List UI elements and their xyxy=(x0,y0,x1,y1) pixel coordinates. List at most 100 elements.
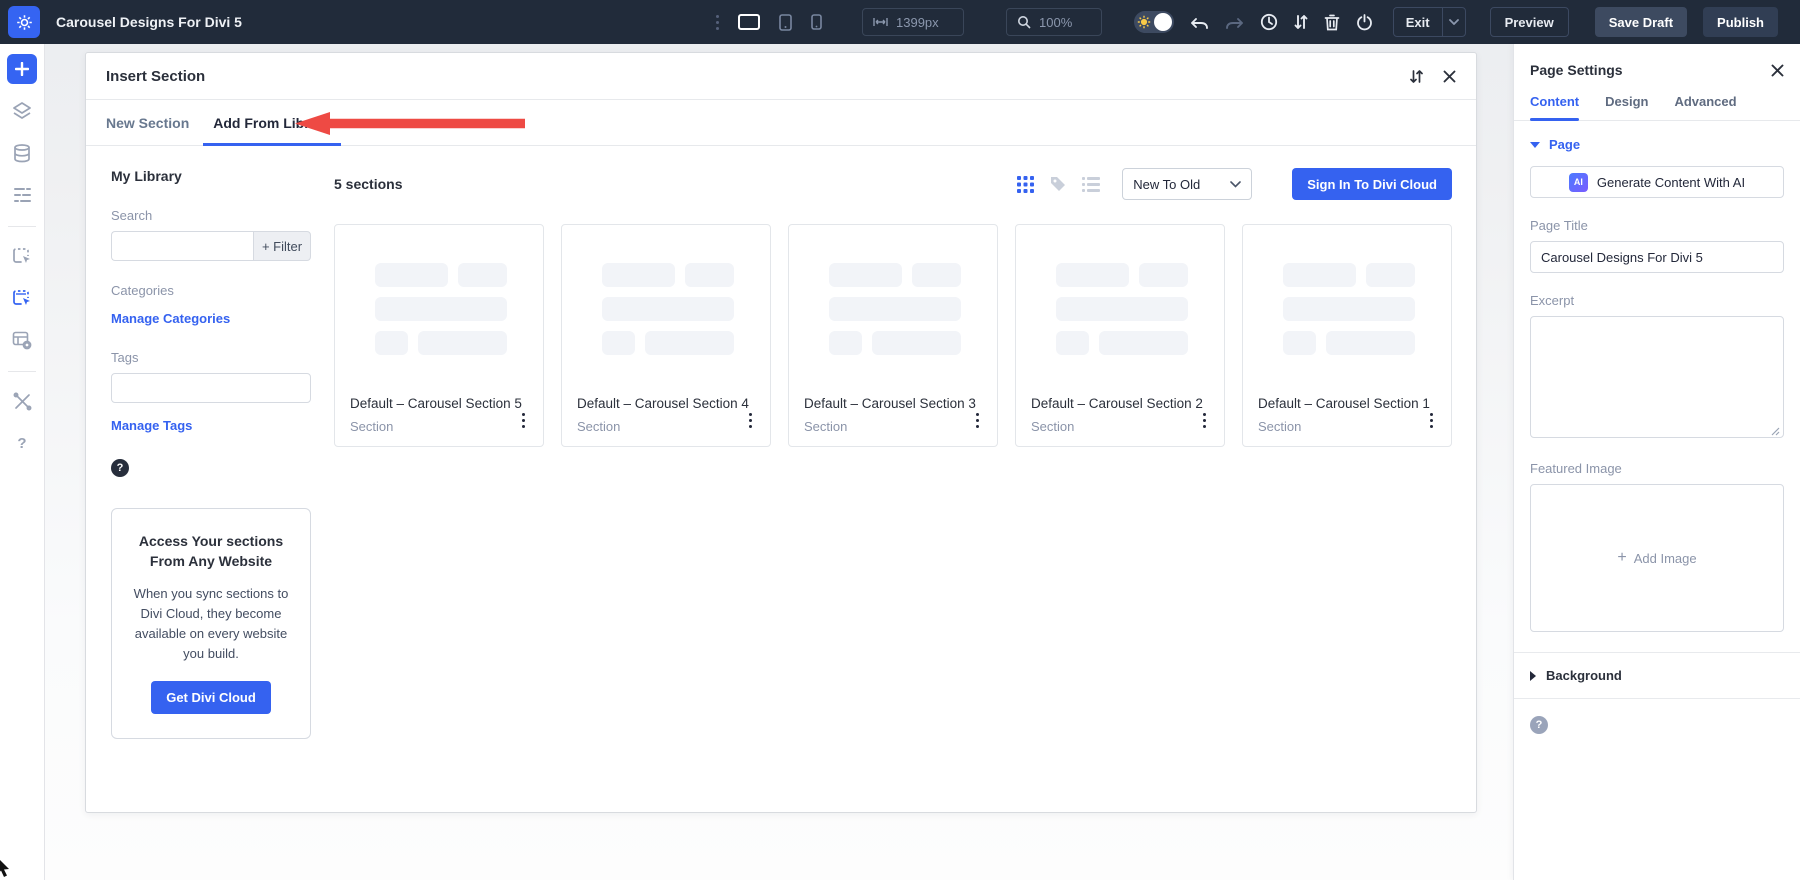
get-divi-cloud-button[interactable]: Get Divi Cloud xyxy=(151,681,271,715)
tablet-view-button[interactable] xyxy=(779,13,792,31)
more-options-icon[interactable] xyxy=(716,14,719,30)
database-button[interactable] xyxy=(7,138,37,168)
modal-sort-icon[interactable] xyxy=(1410,69,1423,84)
wireframe-icon xyxy=(13,187,31,203)
insert-section-button[interactable] xyxy=(7,241,37,271)
modal-close-icon[interactable] xyxy=(1443,70,1456,83)
layers-button[interactable] xyxy=(7,96,37,126)
card-menu-icon[interactable] xyxy=(972,409,983,432)
section-card-grid: Default – Carousel Section 5 Section Def… xyxy=(334,224,1452,447)
card-menu-icon[interactable] xyxy=(745,409,756,432)
undo-icon xyxy=(1190,16,1209,29)
page-group-toggle[interactable]: Page xyxy=(1530,137,1784,152)
card-thumbnail xyxy=(1243,225,1451,355)
search-input[interactable] xyxy=(111,231,253,261)
mouse-cursor-icon xyxy=(0,858,13,878)
history-button[interactable] xyxy=(1260,13,1278,31)
modal-tab-bar: New Section Add From Library xyxy=(86,100,1476,146)
zoom-field[interactable]: 100% xyxy=(1006,8,1102,36)
section-card[interactable]: Default – Carousel Section 1 Section xyxy=(1242,224,1452,447)
manage-categories-link[interactable]: Manage Categories xyxy=(111,311,311,326)
rail-divider xyxy=(8,371,36,372)
trash-icon xyxy=(1324,14,1340,31)
tags-input[interactable] xyxy=(111,373,311,403)
list-view-icon[interactable] xyxy=(1082,176,1101,192)
promo-heading-line1: Access Your sections xyxy=(138,533,284,549)
wireframe-button[interactable] xyxy=(7,180,37,210)
tag-view-icon[interactable] xyxy=(1049,175,1067,193)
modules-button[interactable] xyxy=(7,325,37,355)
card-menu-icon[interactable] xyxy=(1426,409,1437,432)
insert-section-icon xyxy=(12,246,32,266)
help-button[interactable]: ? xyxy=(7,428,37,458)
settings-close-icon[interactable] xyxy=(1771,64,1784,77)
save-draft-button[interactable]: Save Draft xyxy=(1594,7,1688,37)
portability-sort-button[interactable] xyxy=(1294,14,1308,30)
card-type: Section xyxy=(1258,419,1302,434)
sort-select[interactable]: New To Old xyxy=(1122,168,1253,200)
exit-button[interactable]: Exit xyxy=(1392,7,1466,37)
tab-advanced[interactable]: Advanced xyxy=(1674,94,1736,120)
plus-icon: + xyxy=(1617,549,1627,566)
theme-toggle[interactable] xyxy=(1133,11,1174,33)
viewport-width-field[interactable]: 1399px xyxy=(862,8,964,36)
trash-button[interactable] xyxy=(1324,14,1340,31)
card-menu-icon[interactable] xyxy=(518,409,529,432)
card-type: Section xyxy=(804,419,848,434)
excerpt-textarea[interactable] xyxy=(1530,316,1784,438)
redo-button[interactable] xyxy=(1225,16,1244,29)
background-label: Background xyxy=(1546,668,1622,683)
library-filter-panel: My Library Search + Filter Categories Ma… xyxy=(111,168,311,740)
sun-icon xyxy=(1137,15,1151,29)
insert-from-library-button[interactable] xyxy=(7,283,37,313)
ai-badge-icon: AI xyxy=(1568,172,1588,192)
page-title-input[interactable] xyxy=(1530,241,1784,273)
add-image-dropzone[interactable]: + Add Image xyxy=(1530,484,1784,632)
up-down-arrows-icon xyxy=(1294,14,1308,30)
builder-settings-button[interactable] xyxy=(8,6,40,38)
desktop-view-button[interactable] xyxy=(738,14,760,30)
modal-title: Insert Section xyxy=(106,67,206,85)
section-card[interactable]: Default – Carousel Section 4 Section xyxy=(561,224,771,447)
exit-dropdown-button[interactable] xyxy=(1443,19,1465,25)
background-group-toggle[interactable]: Background xyxy=(1530,653,1784,698)
results-toolbar: 5 sections New To Old Sign In To Divi Cl… xyxy=(334,168,1452,200)
card-type: Section xyxy=(350,419,394,434)
library-help-icon[interactable]: ? xyxy=(111,459,129,477)
manage-tags-link[interactable]: Manage Tags xyxy=(111,418,311,433)
preview-button[interactable]: Preview xyxy=(1489,7,1569,37)
grid-view-icon[interactable] xyxy=(1017,175,1035,193)
tools-button[interactable] xyxy=(7,386,37,416)
tab-content[interactable]: Content xyxy=(1530,94,1580,121)
tab-new-section[interactable]: New Section xyxy=(94,100,201,145)
filter-button[interactable]: + Filter xyxy=(253,231,311,261)
publish-label: Publish xyxy=(1717,14,1764,30)
publish-button[interactable]: Publish xyxy=(1703,7,1778,37)
builder-top-bar: Carousel Designs For Divi 5 1399px 100% xyxy=(0,0,1800,44)
promo-heading-line2: From Any Website xyxy=(149,553,273,570)
tab-add-from-library[interactable]: Add From Library xyxy=(201,100,342,146)
modules-icon xyxy=(12,330,32,350)
power-button[interactable] xyxy=(1356,13,1373,31)
divi-cloud-promo-card: Access Your sections From Any Website Wh… xyxy=(111,508,311,740)
card-thumbnail xyxy=(1016,225,1224,355)
plus-icon xyxy=(15,62,29,76)
card-menu-icon[interactable] xyxy=(1199,409,1210,432)
section-card[interactable]: Default – Carousel Section 3 Section xyxy=(788,224,998,447)
library-results: 5 sections New To Old Sign In To Divi Cl… xyxy=(334,168,1452,739)
phone-icon xyxy=(811,14,822,30)
section-card[interactable]: Default – Carousel Section 5 Section xyxy=(334,224,544,447)
card-title: Default – Carousel Section 2 xyxy=(1031,396,1203,411)
question-icon: ? xyxy=(17,434,27,452)
undo-button[interactable] xyxy=(1190,16,1209,29)
settings-help-icon[interactable]: ? xyxy=(1530,716,1548,734)
add-section-button[interactable] xyxy=(7,54,37,84)
phone-view-button[interactable] xyxy=(811,14,822,30)
generate-content-label: Generate Content With AI xyxy=(1596,174,1746,190)
generate-content-ai-button[interactable]: AI Generate Content With AI xyxy=(1530,166,1784,198)
magnifier-icon xyxy=(1017,15,1031,29)
sign-in-divi-cloud-button[interactable]: Sign In To Divi Cloud xyxy=(1292,168,1452,200)
section-card[interactable]: Default – Carousel Section 2 Section xyxy=(1015,224,1225,447)
triangle-right-icon xyxy=(1530,670,1536,681)
tab-design[interactable]: Design xyxy=(1605,94,1648,120)
